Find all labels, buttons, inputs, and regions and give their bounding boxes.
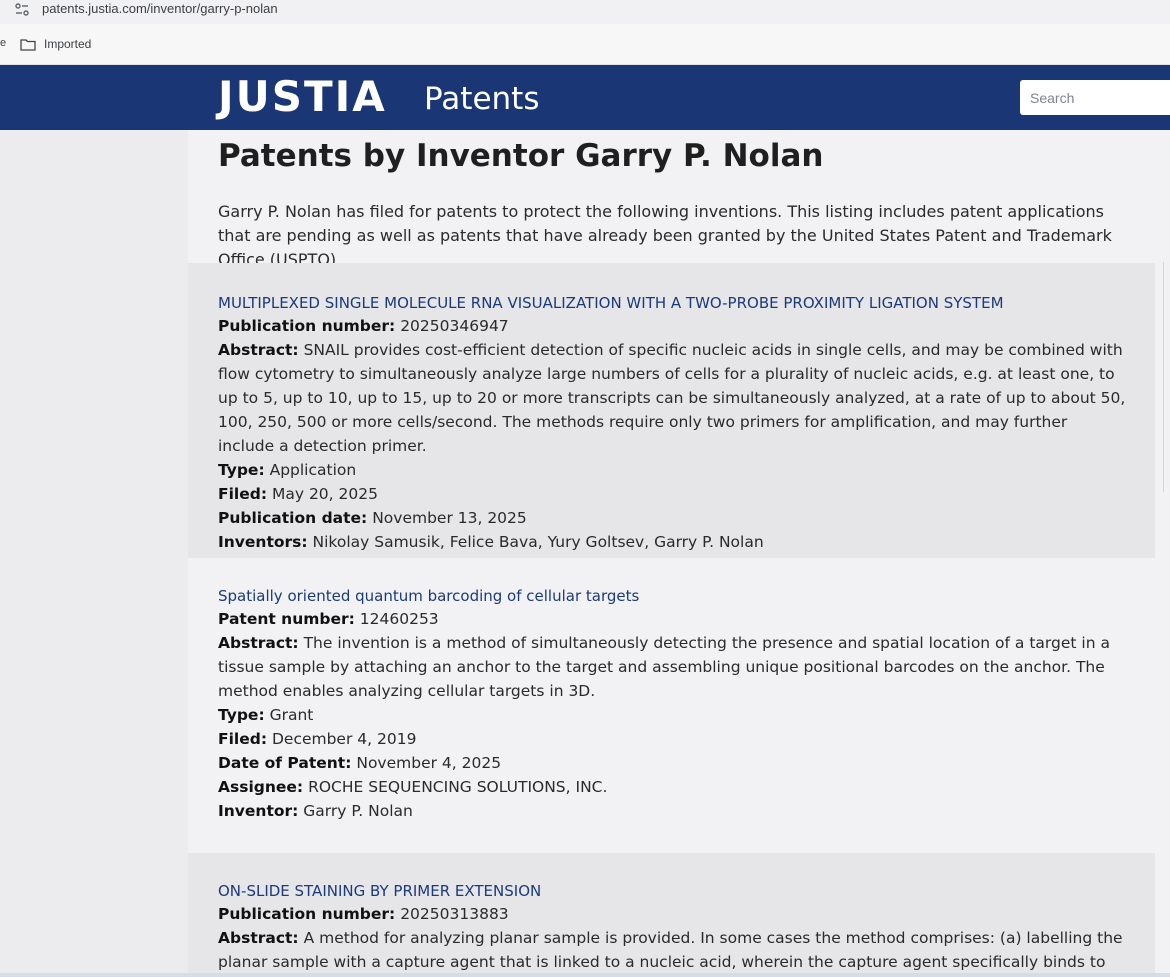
field-label: Abstract: xyxy=(218,341,299,359)
patent-entry: ON-SLIDE STAINING BY PRIMER EXTENSION Pu… xyxy=(188,853,1155,977)
patent-title-link[interactable]: Spatially oriented quantum barcoding of … xyxy=(218,585,1127,607)
site-header xyxy=(0,65,1170,130)
left-gutter xyxy=(0,130,188,977)
field-value: SNAIL provides cost-efficient detection … xyxy=(218,341,1126,455)
field-value: November 13, 2025 xyxy=(372,509,527,527)
bookmark-folder-label: Imported xyxy=(44,37,92,51)
patent-field: Filed: December 4, 2019 xyxy=(218,727,1127,751)
patent-field: Abstract: A method for analyzing planar … xyxy=(218,926,1127,974)
field-label: Patent number: xyxy=(218,610,355,628)
field-value: 12460253 xyxy=(359,610,439,628)
field-value: 20250346947 xyxy=(400,317,509,335)
patent-field: Inventor: Garry P. Nolan xyxy=(218,799,1127,823)
patent-entry: MULTIPLEXED SINGLE MOLECULE RNA VISUALIZ… xyxy=(188,263,1155,558)
field-label: Assignee: xyxy=(218,778,304,796)
site-settings-icon[interactable] xyxy=(14,2,30,18)
intro-paragraph: Garry P. Nolan has filed for patents to … xyxy=(218,202,1112,269)
field-label: Abstract: xyxy=(218,634,299,652)
field-value: December 4, 2019 xyxy=(271,730,417,748)
field-value: Application xyxy=(269,461,357,479)
patent-field: Patent number: 12460253 xyxy=(218,607,1127,631)
field-label: Type: xyxy=(218,706,265,724)
field-label: Publication date: xyxy=(218,509,368,527)
field-label: Filed: xyxy=(218,485,268,503)
field-value: The invention is a method of simultaneou… xyxy=(218,634,1110,700)
patent-field: Publication number: 20250313883 xyxy=(218,902,1127,926)
bookmark-clipped-label[interactable]: e xyxy=(0,37,6,49)
field-value: A method for analyzing planar sample is … xyxy=(218,929,1123,971)
field-value: Grant xyxy=(269,706,314,724)
field-value: May 20, 2025 xyxy=(271,485,378,503)
patents-logo-label[interactable]: Patents xyxy=(424,80,539,118)
patent-field: Date of Patent: November 4, 2025 xyxy=(218,751,1127,775)
patent-field: Type: Grant xyxy=(218,703,1127,727)
right-sidebar-edge xyxy=(1163,262,1170,492)
justia-logo[interactable]: JUSTIA xyxy=(218,74,387,120)
field-label: Inventor: xyxy=(218,802,299,820)
field-label: Type: xyxy=(218,461,265,479)
field-label: Filed: xyxy=(218,730,268,748)
url-text[interactable]: patents.justia.com/inventor/garry-p-nola… xyxy=(42,0,278,17)
patent-field: Assignee: ROCHE SEQUENCING SOLUTIONS, IN… xyxy=(218,775,1127,799)
browser-address-bar[interactable]: patents.justia.com/inventor/garry-p-nola… xyxy=(0,0,1170,24)
field-label: Date of Patent: xyxy=(218,754,352,772)
patent-field: Abstract: The invention is a method of s… xyxy=(218,631,1127,703)
patent-field: Publication number: 20250346947 xyxy=(218,314,1127,338)
folder-icon xyxy=(20,38,36,51)
patent-title-link[interactable]: ON-SLIDE STAINING BY PRIMER EXTENSION xyxy=(218,880,1127,902)
patent-field: Abstract: SNAIL provides cost-efficient … xyxy=(218,338,1127,458)
field-value: Nikolay Samusik, Felice Bava, Yury Golts… xyxy=(312,533,764,551)
patent-title-link[interactable]: MULTIPLEXED SINGLE MOLECULE RNA VISUALIZ… xyxy=(218,292,1127,314)
bookmark-folder-imported[interactable]: Imported xyxy=(20,34,91,54)
patent-field: Publication date: November 13, 2025 xyxy=(218,506,1127,530)
patent-field: Type: Application xyxy=(218,458,1127,482)
field-label: Publication number: xyxy=(218,317,396,335)
patent-entry: Spatially oriented quantum barcoding of … xyxy=(188,558,1155,853)
page-title: Patents by Inventor Garry P. Nolan xyxy=(218,138,824,174)
right-gutter xyxy=(1155,130,1170,977)
field-label: Inventors: xyxy=(218,533,308,551)
field-value: November 4, 2025 xyxy=(356,754,502,772)
patent-field: Inventors: Nikolay Samusik, Felice Bava,… xyxy=(218,530,1127,554)
field-label: Publication number: xyxy=(218,905,396,923)
window-bottom-edge xyxy=(0,973,1170,977)
field-value: Garry P. Nolan xyxy=(303,802,413,820)
field-label: Abstract: xyxy=(218,929,299,947)
field-value: 20250313883 xyxy=(400,905,509,923)
field-value: ROCHE SEQUENCING SOLUTIONS, INC. xyxy=(308,778,608,796)
patent-field: Filed: May 20, 2025 xyxy=(218,482,1127,506)
search-input[interactable] xyxy=(1020,80,1170,115)
bookmarks-bar xyxy=(0,24,1170,65)
